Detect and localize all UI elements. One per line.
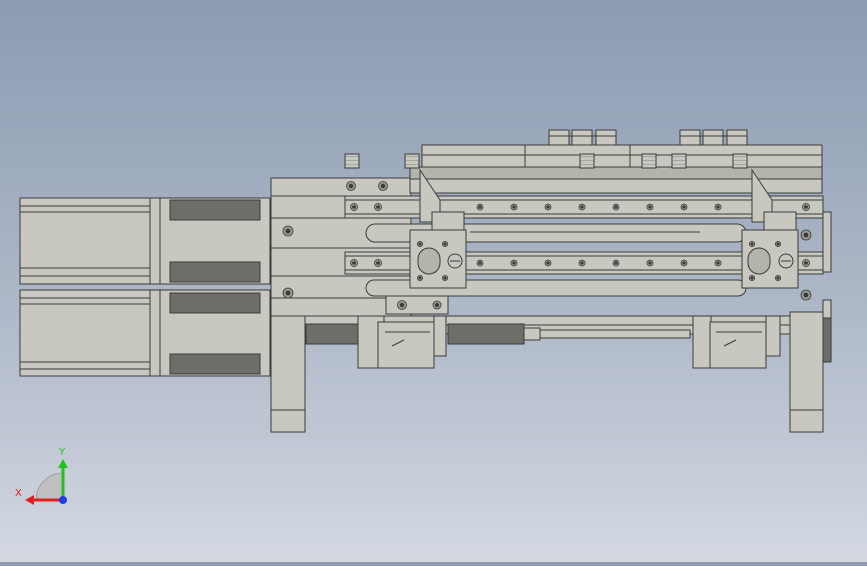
guide-bolt-center	[512, 205, 516, 209]
frame-bolt-center	[348, 183, 354, 189]
x-axis-label: X	[15, 488, 22, 499]
guide-bolt-center	[648, 205, 652, 209]
guide-bolt-center	[478, 261, 482, 265]
slide-block-left	[357, 315, 447, 369]
guide-bolt-center	[546, 205, 550, 209]
top-sensor-blocks	[548, 129, 748, 146]
carriage-bolt-center	[418, 276, 422, 280]
frame-bolt-center	[803, 292, 809, 298]
z-axis-dot	[59, 496, 67, 504]
y-axis-label: Y	[58, 447, 66, 458]
guide-bolt-center	[580, 261, 584, 265]
guide-end-bolt-center	[352, 205, 356, 209]
guide-bolt-center	[614, 205, 618, 209]
frame-bolt-center	[285, 290, 291, 296]
guide-bolt-center	[546, 261, 550, 265]
carriage-bolt-center	[776, 276, 780, 280]
carriage-bolt-center	[418, 242, 422, 246]
axis-triad: Y X	[15, 447, 68, 505]
guide-end-bolt-center	[804, 261, 808, 265]
guide-end-bolt-center	[376, 261, 380, 265]
triad-plane	[35, 472, 64, 501]
carriage-bolt-center	[750, 242, 754, 246]
slide-block-right	[692, 315, 781, 369]
x-axis-head	[25, 495, 34, 505]
guide-end-bolt-center	[804, 205, 808, 209]
y-axis-head	[58, 459, 68, 468]
guide-bolt-center	[478, 205, 482, 209]
bottom-bolt-center	[399, 302, 405, 308]
guide-end-bolt-center	[352, 261, 356, 265]
motor-upper	[19, 197, 271, 285]
guide-bolt-center	[512, 261, 516, 265]
motor-lower	[19, 289, 271, 377]
assembly-drawing: Y X	[15, 129, 832, 505]
guide-end-bolt-center	[376, 205, 380, 209]
carriage-bolt-center	[750, 276, 754, 280]
guide-bolt-center	[580, 205, 584, 209]
guide-bolt-center	[716, 205, 720, 209]
guide-bolt-center	[682, 205, 686, 209]
carriage-bolt-center	[443, 276, 447, 280]
guide-bolt-center	[682, 261, 686, 265]
frame-bolt-center	[380, 183, 386, 189]
end-plate-right	[822, 317, 832, 363]
carriage-bolt-center	[443, 242, 447, 246]
carriage-bolt-center	[776, 242, 780, 246]
guide-bolt-center	[716, 261, 720, 265]
cad-viewport[interactable]: Y X	[0, 0, 867, 562]
guide-bolt-center	[614, 261, 618, 265]
frame-bolt-center	[285, 228, 291, 234]
bottom-bolt-center	[434, 302, 439, 307]
guide-bolt-center	[648, 261, 652, 265]
frame-bolt-center	[803, 232, 809, 238]
